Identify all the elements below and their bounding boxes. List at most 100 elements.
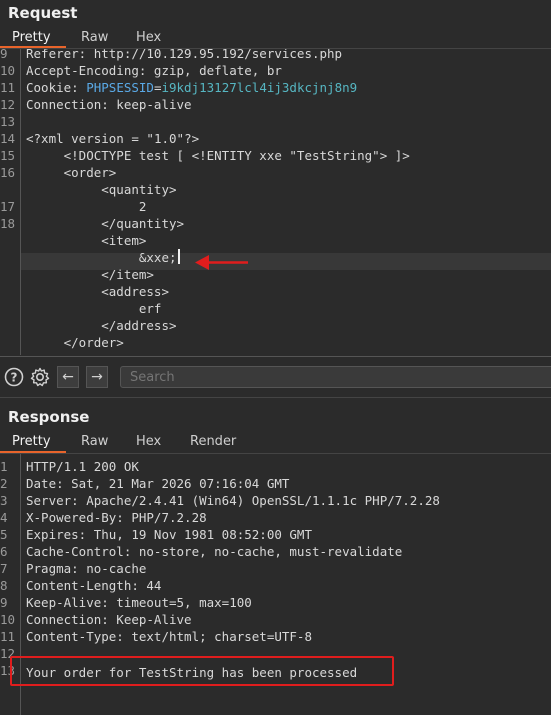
code-token: </address> [26,318,177,333]
forward-button[interactable]: → [86,366,108,388]
line-number: 2 [0,476,8,491]
line-number [0,283,18,300]
line-number: 11 [0,629,16,644]
divider [0,397,551,398]
line-number: 8 [0,578,8,593]
response-header-line: Content-Length: 44 [26,578,162,593]
search-input[interactable] [120,366,551,388]
code-token: &xxe; [26,250,177,265]
code-token: Connection: keep-alive [26,97,192,112]
line-number [0,232,18,249]
line-number [0,266,18,283]
line-number [0,317,18,334]
line-number: 7 [0,561,8,576]
code-token: erf [26,301,162,316]
request-code-line: </address> [26,317,177,334]
line-number: 13 [0,114,16,129]
response-header-line: Date: Sat, 21 Mar 2026 07:16:04 GMT [26,476,290,491]
line-number [0,300,18,317]
response-title: Response [8,408,90,426]
code-token: Referer: http://10.129.95.192/services.p… [26,49,343,61]
request-code-line: </order> [26,334,124,351]
code-token: Cookie: [26,80,87,95]
code-token: </item> [26,267,154,282]
request-code-line: Connection: keep-alive [26,96,192,113]
line-number: 14 [0,131,16,146]
request-code-line: Accept-Encoding: gzip, deflate, br [26,62,282,79]
code-token: <address> [26,284,169,299]
request-code-line: <!DOCTYPE test [ <!ENTITY xxe "TestStrin… [26,147,410,164]
response-header-line: Keep-Alive: timeout=5, max=100 [26,595,252,610]
request-editor[interactable]: 9 Referer: http://10.129.95.192/services.… [0,49,551,355]
response-tab-render[interactable]: Render [190,434,236,449]
request-code-line: 2 [26,198,147,215]
request-title: Request [8,4,78,22]
response-header-line: Expires: Thu, 19 Nov 1981 08:52:00 GMT [26,527,312,542]
response-header-line: Server: Apache/2.4.41 (Win64) OpenSSL/1.… [26,493,440,508]
back-button[interactable]: ← [57,366,79,388]
line-number: 10 [0,612,16,627]
line-number: 16 [0,165,16,180]
code-token: Accept-Encoding: gzip, deflate, br [26,63,282,78]
line-number [0,181,18,198]
svg-text:?: ? [11,371,18,385]
response-header-line: X-Powered-By: PHP/7.2.28 [26,510,207,525]
line-number: 9 [0,595,8,610]
code-token: "1.0" [146,131,185,146]
code-token: <item> [26,233,147,248]
line-number: 6 [0,544,8,559]
code-token: 2 [26,199,147,214]
line-number: 17 [0,199,16,214]
response-header-line: HTTP/1.1 200 OK [26,459,139,474]
response-tab-raw[interactable]: Raw [81,434,108,449]
arrow-left-icon: ← [62,369,74,385]
code-token: <?xml version = [26,131,147,146]
code-token: </order> [26,335,124,350]
response-header-line: Connection: Keep-Alive [26,612,192,627]
line-number: 11 [0,80,16,95]
question-circle-icon[interactable]: ? [4,367,24,387]
code-token: i9kdj13127lcl4ij3dkcjnj8n9 [161,80,358,95]
annotation-highlight-box [10,656,394,686]
gear-icon[interactable] [30,367,50,387]
line-number: 10 [0,63,16,78]
response-header-line: Pragma: no-cache [26,561,147,576]
line-number: 9 [0,49,8,61]
code-token: <order> [26,165,117,180]
request-code-line: <address> [26,283,169,300]
request-tab-hex[interactable]: Hex [136,30,161,45]
annotation-arrow-icon [195,255,248,270]
response-tab-pretty[interactable]: Pretty [12,434,51,449]
line-number [0,249,18,266]
request-tab-pretty[interactable]: Pretty [12,30,51,45]
code-token: ?> [184,131,200,146]
line-number: 1 [0,459,8,474]
request-code-line: erf [26,300,162,317]
request-tab-raw[interactable]: Raw [81,30,108,45]
arrow-right-icon: → [91,369,103,385]
request-code-line: </quantity> [26,215,184,232]
request-code-line: <order> [26,164,117,181]
panel-divider [0,356,551,357]
response-header-line: Cache-Control: no-store, no-cache, must-… [26,544,403,559]
code-token: <!DOCTYPE test [ <!ENTITY xxe "TestStrin… [26,148,410,163]
line-number: 18 [0,216,16,231]
code-token: <quantity> [26,182,177,197]
line-number: 15 [0,148,16,163]
line-number: 12 [0,97,16,112]
request-code-line: Cookie: PHPSESSID=i9kdj13127lcl4ij3dkcjn… [26,79,357,96]
line-number: 3 [0,493,8,508]
line-number: 4 [0,510,8,525]
request-code-line: <?xml version = "1.0"?> [26,130,199,147]
response-header-line: Content-Type: text/html; charset=UTF-8 [26,629,312,644]
code-token: </quantity> [26,216,185,231]
request-code-line: Referer: http://10.129.95.192/services.p… [26,49,342,62]
text-cursor [177,249,180,264]
response-tab-hex[interactable]: Hex [136,434,161,449]
line-number: 5 [0,527,8,542]
request-code-line: <quantity> [26,181,177,198]
line-number [0,334,18,351]
search-toolbar: ? ← → [0,364,551,392]
request-code-line: &xxe; [26,249,180,266]
request-code-line: <item> [26,232,146,249]
